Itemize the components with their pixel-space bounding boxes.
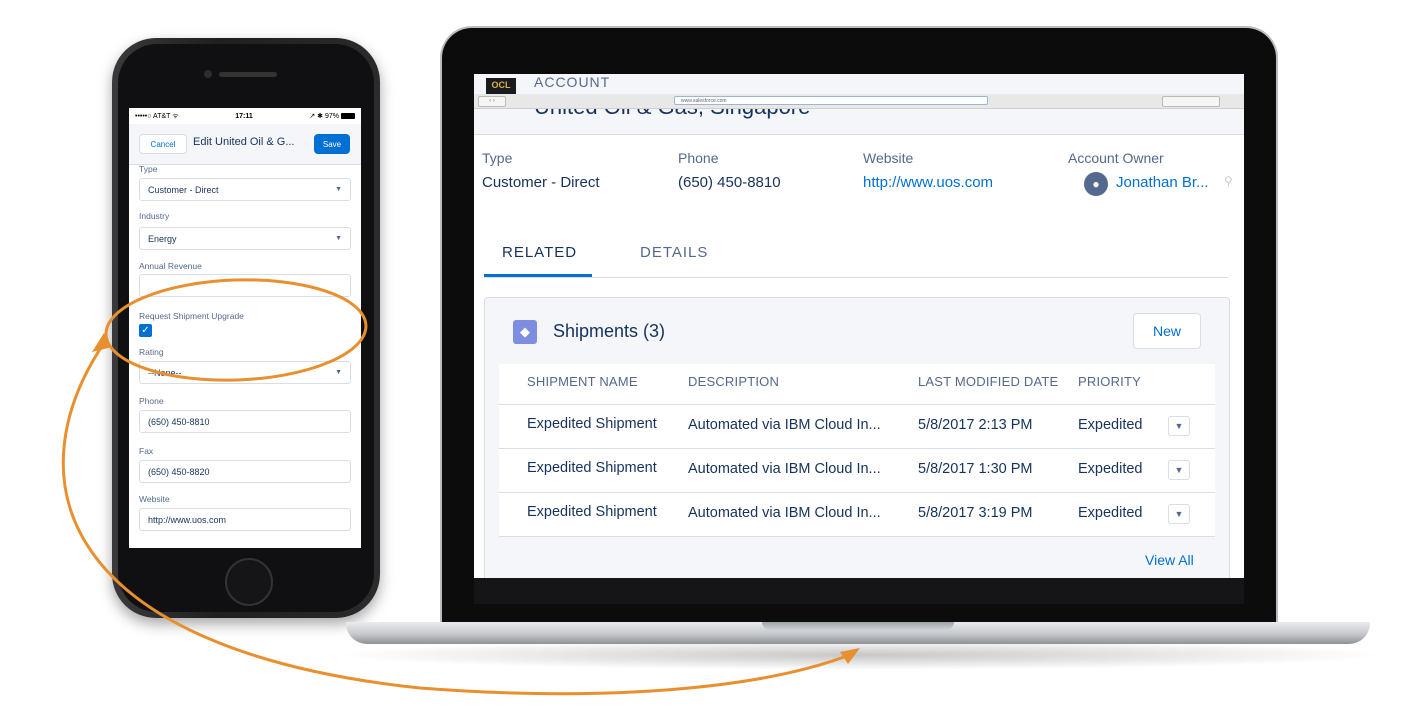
connector-arrow [61, 339, 853, 696]
highlight-ellipse [104, 278, 368, 382]
arrowhead-left-icon [92, 333, 112, 352]
annotation-overlay [61, 278, 860, 696]
arrowhead-right-icon [840, 648, 860, 664]
